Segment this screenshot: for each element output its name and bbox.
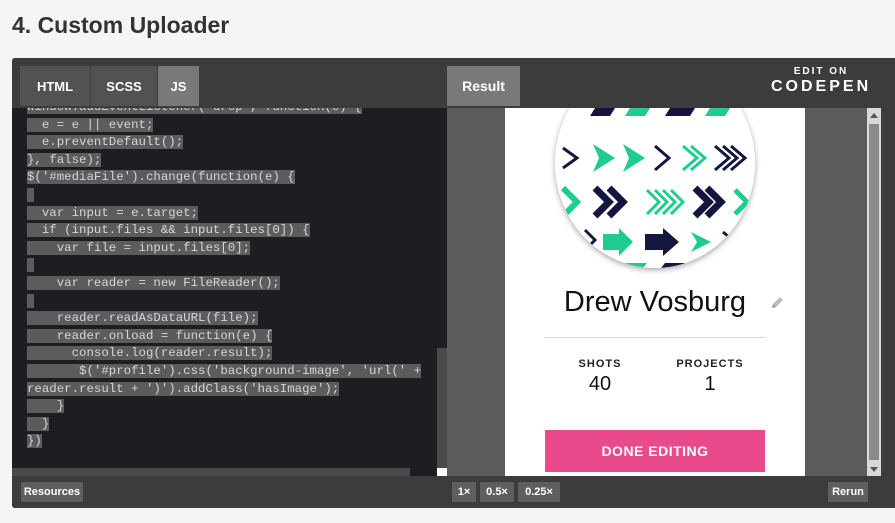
code-vertical-scrollbar[interactable] <box>437 348 447 476</box>
tab-js[interactable]: JS <box>158 66 200 106</box>
scrollbar-thumb[interactable] <box>869 124 879 460</box>
page-title: 4. Custom Uploader <box>12 12 230 38</box>
codepen-logo: CODEPEN <box>771 78 872 95</box>
code-line[interactable]: console.log(reader.result); <box>27 346 273 361</box>
card-divider <box>544 337 766 338</box>
code-line[interactable] <box>27 293 35 308</box>
scrollbar-corner <box>437 468 447 476</box>
result-pane: Drew Vosburg SHOTS 40 PROJECTS 1 DONE ED… <box>447 108 881 476</box>
pencil-edit-icon[interactable] <box>769 295 785 316</box>
tab-result[interactable]: Result <box>447 66 520 106</box>
code-line[interactable]: reader.readAsDataURL(file); <box>27 311 258 326</box>
rerun-button[interactable]: Rerun <box>828 482 868 502</box>
code-line[interactable]: } <box>27 416 50 431</box>
zoom-0.5x-button[interactable]: 0.5× <box>480 482 514 502</box>
edit-on-label: EDIT ON <box>793 66 849 77</box>
zoom-0.25x-button[interactable]: 0.25× <box>518 482 560 502</box>
stat-projects: PROJECTS 1 <box>655 358 765 396</box>
embed-top-bar: HTML SCSS JS Result EDIT ON CODEPEN <box>12 58 895 108</box>
code-line[interactable]: }, false); <box>27 152 102 167</box>
zoom-1x-button[interactable]: 1× <box>452 482 476 502</box>
code-line[interactable]: }) <box>27 434 42 449</box>
code-line[interactable]: reader.result + ')').addClass('hasImage'… <box>27 381 340 396</box>
code-line[interactable]: var reader = new FileReader(); <box>27 275 280 290</box>
code-horizontal-scrollbar[interactable] <box>12 468 410 476</box>
tab-scss[interactable]: SCSS <box>91 66 158 106</box>
code-line[interactable]: e = e || event; <box>27 117 154 132</box>
code-line[interactable] <box>27 187 35 202</box>
resources-button[interactable]: Resources <box>21 482 83 502</box>
embed-bottom-bar: Resources 1× 0.5× 0.25× Rerun <box>12 476 895 508</box>
edit-on-codepen-link[interactable]: EDIT ON CODEPEN <box>771 66 871 96</box>
profile-card: Drew Vosburg SHOTS 40 PROJECTS 1 DONE ED… <box>505 108 805 476</box>
code-line[interactable]: if (input.files && input.files[0]) { <box>27 223 310 238</box>
arrow-pattern-image <box>555 108 755 268</box>
stat-projects-label: PROJECTS <box>676 358 744 370</box>
code-line[interactable]: $('#profile').css('background-image', 'u… <box>27 363 422 378</box>
stat-shots-label: SHOTS <box>578 358 622 370</box>
stat-shots-value: 40 <box>588 373 612 395</box>
result-vertical-scrollbar[interactable] <box>867 108 881 476</box>
code-line[interactable]: } <box>27 399 65 414</box>
code-line[interactable]: window.addEventListener('drop', function… <box>27 108 362 114</box>
stat-projects-value: 1 <box>704 373 716 395</box>
profile-name[interactable]: Drew Vosburg <box>505 286 805 319</box>
code-line[interactable]: var file = input.files[0]; <box>27 240 251 255</box>
js-code-editor[interactable]: window.addEventListener('drop', function… <box>12 108 447 476</box>
tab-html[interactable]: HTML <box>20 66 91 106</box>
profile-avatar[interactable] <box>555 108 755 268</box>
codepen-embed: HTML SCSS JS Result EDIT ON CODEPEN wind… <box>12 58 895 508</box>
done-editing-button[interactable]: DONE EDITING <box>545 430 765 472</box>
code-line[interactable]: e.preventDefault(); <box>27 135 184 150</box>
scroll-down-arrow-icon[interactable] <box>870 467 878 472</box>
code-content[interactable]: window.addEventListener('drop', function… <box>12 108 447 451</box>
code-line[interactable]: reader.onload = function(e) { <box>27 328 273 343</box>
stat-shots: SHOTS 40 <box>545 358 655 396</box>
scroll-up-arrow-icon[interactable] <box>870 113 878 118</box>
code-line[interactable]: $('#mediaFile').change(function(e) { <box>27 170 295 185</box>
code-line[interactable]: var input = e.target; <box>27 205 199 220</box>
code-line[interactable] <box>27 258 35 273</box>
